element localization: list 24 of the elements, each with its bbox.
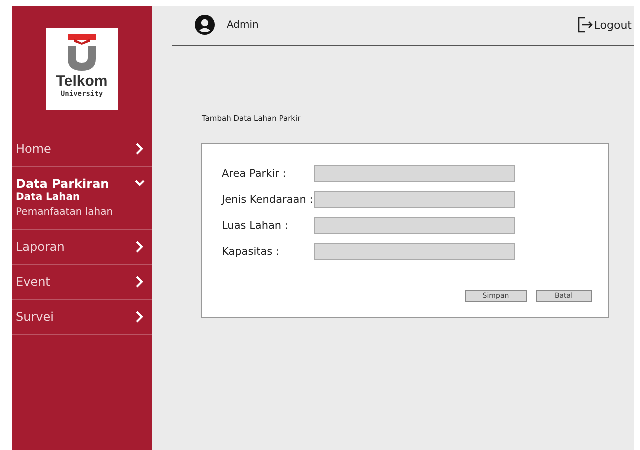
chevron-right-icon xyxy=(134,241,146,253)
chevron-right-icon xyxy=(134,311,146,323)
submenu-item[interactable]: Pemanfaatan lahan xyxy=(12,206,152,219)
menu-item[interactable]: Event xyxy=(12,275,152,289)
menu-item[interactable]: Laporan xyxy=(12,240,152,254)
menu-item[interactable]: Survei xyxy=(12,310,152,324)
avatar-icon xyxy=(195,15,215,35)
chevron-right-icon xyxy=(134,276,146,288)
logout-icon xyxy=(577,16,594,34)
field-label: Kapasitas : xyxy=(222,246,281,258)
input-field[interactable] xyxy=(314,217,515,234)
input-field[interactable] xyxy=(314,191,515,208)
field-label: Area Parkir : xyxy=(222,168,288,180)
logo-text: Telkom xyxy=(56,74,108,90)
menu-item[interactable]: Home xyxy=(12,142,152,156)
input-field[interactable] xyxy=(314,165,515,182)
field-label: Jenis Kendaraan : xyxy=(222,194,314,206)
menu-item[interactable]: Data Parkiran xyxy=(12,177,152,191)
submenu-item[interactable]: Data Lahan xyxy=(12,191,152,204)
user-name: Admin xyxy=(227,20,259,30)
chevron-right-icon xyxy=(134,143,146,155)
input-field[interactable] xyxy=(314,243,515,260)
field-label: Luas Lahan : xyxy=(222,220,290,232)
logout-button[interactable]: Logout xyxy=(577,16,632,34)
